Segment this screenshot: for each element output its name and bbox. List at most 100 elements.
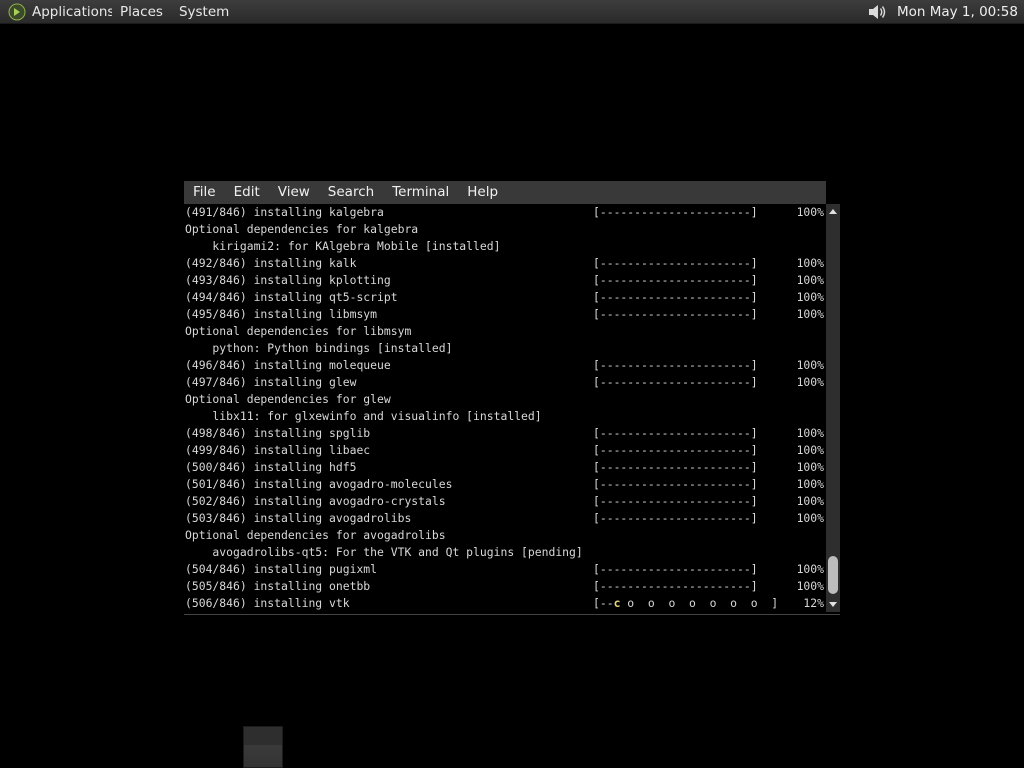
progress-bar-text: [----------------------] xyxy=(593,375,758,389)
progress-bar-text: [----------------------] xyxy=(593,358,758,372)
menu-terminal[interactable]: Terminal xyxy=(383,181,458,204)
terminal-line-text: libx11: for glxewinfo and visualinfo [in… xyxy=(185,409,542,423)
progress-bar-text: [----------------------] xyxy=(593,460,758,474)
progress-bar-text: [----------------------] xyxy=(593,511,758,525)
progress-percent: 100% xyxy=(796,205,824,219)
taskbar-window-button[interactable] xyxy=(243,726,283,768)
terminal-line: (504/846) installing pugixml [-----------… xyxy=(184,561,826,578)
terminal-line-text: (492/846) installing kalk xyxy=(185,256,357,270)
applications-menu[interactable]: Applications xyxy=(32,0,112,24)
menu-view[interactable]: View xyxy=(269,181,319,204)
progress-percent: 100% xyxy=(796,511,824,525)
progress-bar-text: [----------------------] xyxy=(593,290,758,304)
terminal-line: (500/846) installing hdf5 [--------------… xyxy=(184,459,826,476)
progress-bar-text: [----------------------] xyxy=(593,494,758,508)
progress-percent: 100% xyxy=(796,273,824,287)
terminal-line-text: (496/846) installing molequeue xyxy=(185,358,391,372)
progress-bar-text: [--c o o o o o o o ] xyxy=(593,595,778,612)
terminal-menubar: File Edit View Search Terminal Help xyxy=(184,181,826,204)
terminal-line: Optional dependencies for glew xyxy=(184,391,826,408)
progress-bar-text: [----------------------] xyxy=(593,579,758,593)
terminal-line-text: (502/846) installing avogadro-crystals xyxy=(185,494,446,508)
terminal-line: (496/846) installing molequeue [---------… xyxy=(184,357,826,374)
terminal-line: Optional dependencies for avogadrolibs xyxy=(184,527,826,544)
terminal-line-text: (500/846) installing hdf5 xyxy=(185,460,357,474)
top-panel: Applications Places System Mon May 1, 00… xyxy=(0,0,1024,24)
terminal-line-text: (491/846) installing kalgebra xyxy=(185,205,384,219)
terminal-line-text: kirigami2: for KAlgebra Mobile [installe… xyxy=(185,239,501,253)
terminal-line: (495/846) installing libmsym [-----------… xyxy=(184,306,826,323)
terminal-line: (505/846) installing onetbb [------------… xyxy=(184,578,826,595)
progress-bar-filled: [-- xyxy=(593,596,614,610)
progress-percent: 100% xyxy=(796,375,824,389)
progress-percent: 100% xyxy=(796,290,824,304)
progress-bar-text: [----------------------] xyxy=(593,426,758,440)
terminal-line-text: Optional dependencies for avogadrolibs xyxy=(185,528,446,542)
terminal-line-text: (498/846) installing spglib xyxy=(185,426,371,440)
terminal-line-text: (501/846) installing avogadro-molecules xyxy=(185,477,453,491)
progress-bar-text: [----------------------] xyxy=(593,256,758,270)
scrollbar-thumb[interactable] xyxy=(828,556,838,594)
terminal-scrollbar[interactable] xyxy=(826,204,840,612)
terminal-line-text: (506/846) installing vtk xyxy=(185,596,350,610)
menu-search[interactable]: Search xyxy=(319,181,383,204)
progress-percent: 100% xyxy=(796,477,824,491)
menu-file[interactable]: File xyxy=(184,181,225,204)
terminal-line: (491/846) installing kalgebra [----------… xyxy=(184,204,826,221)
scroll-up-arrow-icon[interactable] xyxy=(826,205,840,217)
terminal-line: kirigami2: for KAlgebra Mobile [installe… xyxy=(184,238,826,255)
terminal-line: (497/846) installing glew [--------------… xyxy=(184,374,826,391)
terminal-line-text: Optional dependencies for kalgebra xyxy=(185,222,419,236)
terminal-line: (499/846) installing libaec [------------… xyxy=(184,442,826,459)
distro-logo-icon[interactable] xyxy=(8,3,26,21)
terminal-line: (501/846) installing avogadro-molecules [… xyxy=(184,476,826,493)
terminal-line-text: (497/846) installing glew xyxy=(185,375,357,389)
progress-bar-text: [----------------------] xyxy=(593,562,758,576)
progress-percent: 100% xyxy=(796,426,824,440)
terminal-line: Optional dependencies for kalgebra xyxy=(184,221,826,238)
terminal-bottom-border xyxy=(184,614,840,615)
panel-tray: Mon May 1, 00:58 xyxy=(865,0,1024,24)
terminal-line-text: (495/846) installing libmsym xyxy=(185,307,378,321)
terminal-line-text: python: Python bindings [installed] xyxy=(185,341,453,355)
progress-percent: 100% xyxy=(796,579,824,593)
terminal-line-text: (503/846) installing avogadrolibs xyxy=(185,511,412,525)
progress-bar-text: [----------------------] xyxy=(593,273,758,287)
progress-percent: 100% xyxy=(796,460,824,474)
panel-clock[interactable]: Mon May 1, 00:58 xyxy=(897,4,1024,20)
progress-percent: 100% xyxy=(796,307,824,321)
progress-bar-remaining: o o o o o o o ] xyxy=(620,596,779,610)
progress-percent: 12% xyxy=(803,596,824,610)
progress-percent: 100% xyxy=(796,443,824,457)
menu-edit[interactable]: Edit xyxy=(225,181,269,204)
terminal-line-text: Optional dependencies for glew xyxy=(185,392,391,406)
progress-bar-text: [----------------------] xyxy=(593,205,758,219)
progress-bar-text: [----------------------] xyxy=(593,307,758,321)
progress-bar-text: [----------------------] xyxy=(593,477,758,491)
terminal-line-text: (504/846) installing pugixml xyxy=(185,562,378,576)
progress-percent: 100% xyxy=(796,358,824,372)
terminal-window: File Edit View Search Terminal Help (491… xyxy=(184,181,840,616)
terminal-line-text: (505/846) installing onetbb xyxy=(185,579,371,593)
terminal-line: (503/846) installing avogadrolibs [------… xyxy=(184,510,826,527)
scroll-down-arrow-icon[interactable] xyxy=(826,599,840,611)
speaker-volume-icon[interactable] xyxy=(865,0,891,24)
terminal-line-text: Optional dependencies for libmsym xyxy=(185,324,412,338)
progress-bar-text: [----------------------] xyxy=(593,443,758,457)
terminal-line: (493/846) installing kplotting [---------… xyxy=(184,272,826,289)
terminal-line-text: (499/846) installing libaec xyxy=(185,443,371,457)
terminal-line-text: (494/846) installing qt5-script xyxy=(185,290,398,304)
terminal-output[interactable]: (491/846) installing kalgebra [----------… xyxy=(184,204,826,612)
progress-percent: 100% xyxy=(796,256,824,270)
progress-percent: 100% xyxy=(796,494,824,508)
terminal-line: avogadrolibs-qt5: For the VTK and Qt plu… xyxy=(184,544,826,561)
system-menu[interactable]: System xyxy=(171,0,237,24)
terminal-line: Optional dependencies for libmsym xyxy=(184,323,826,340)
progress-percent: 100% xyxy=(796,562,824,576)
terminal-line-text: (493/846) installing kplotting xyxy=(185,273,391,287)
terminal-line: (492/846) installing kalk [--------------… xyxy=(184,255,826,272)
menu-help[interactable]: Help xyxy=(458,181,507,204)
terminal-line: (506/846) installing vtk [--c o o o o o o… xyxy=(184,595,826,612)
terminal-line: (502/846) installing avogadro-crystals [-… xyxy=(184,493,826,510)
places-menu[interactable]: Places xyxy=(112,0,171,24)
